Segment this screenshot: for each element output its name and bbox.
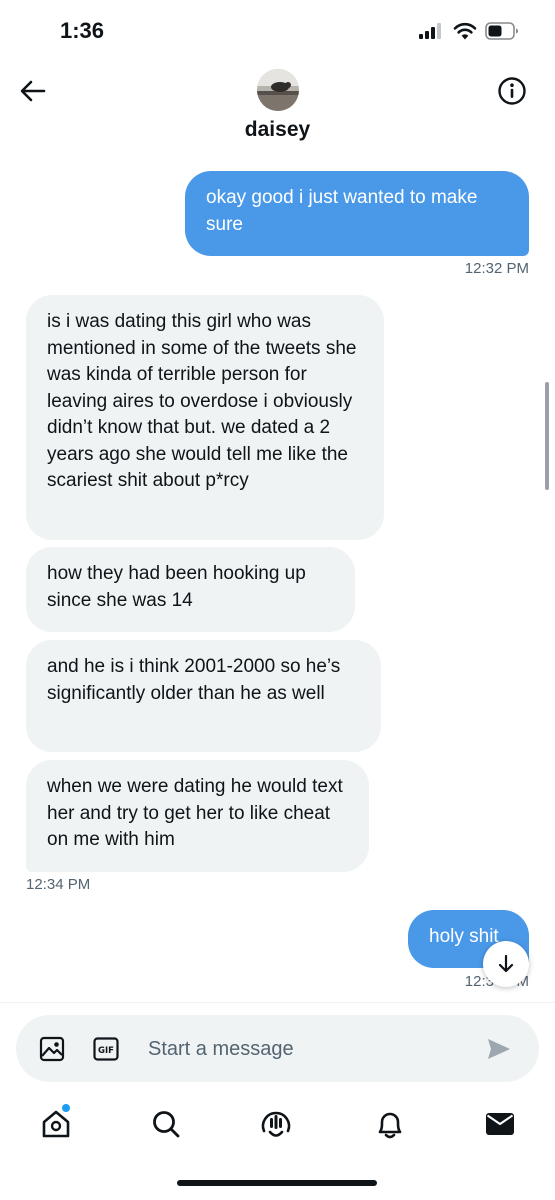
gif-icon: GIF xyxy=(93,1037,119,1061)
info-icon xyxy=(498,77,526,105)
messages-icon xyxy=(486,1113,514,1135)
back-arrow-icon xyxy=(20,80,46,102)
conversation-header: daisey xyxy=(0,60,555,156)
home-indicator[interactable] xyxy=(177,1180,377,1186)
image-icon xyxy=(39,1036,65,1062)
spaces-icon xyxy=(261,1111,291,1137)
message-timestamp: 12:32 PM xyxy=(464,260,529,277)
message-input[interactable] xyxy=(148,1035,448,1063)
scroll-to-bottom-button[interactable] xyxy=(483,941,529,987)
avatar[interactable] xyxy=(257,69,299,111)
add-gif-button[interactable]: GIF xyxy=(92,1036,120,1062)
wifi-icon xyxy=(453,22,477,40)
message-timestamp: 12:34 PM xyxy=(26,876,91,893)
message-composer: GIF xyxy=(16,1015,539,1082)
message-bubble-received[interactable]: is i was dating this girl who was mentio… xyxy=(26,295,384,540)
avatar-image xyxy=(257,69,299,111)
cellular-signal-icon xyxy=(419,23,441,39)
tab-messages[interactable] xyxy=(480,1104,520,1144)
back-button[interactable] xyxy=(16,74,50,108)
battery-icon xyxy=(485,22,518,40)
message-bubble-received[interactable]: how they had been hooking up since she w… xyxy=(26,547,355,632)
message-bubble-received[interactable]: and he is i think 2001-2000 so he’s sign… xyxy=(26,640,381,752)
composer-divider xyxy=(0,1002,555,1003)
arrow-down-icon xyxy=(498,954,514,973)
status-time: 1:36 xyxy=(60,18,105,43)
send-button[interactable] xyxy=(485,1035,513,1063)
send-icon xyxy=(488,1039,510,1059)
tab-home[interactable] xyxy=(36,1104,76,1144)
message-bubble-sent[interactable]: okay good i just wanted to make sure xyxy=(185,171,529,256)
tab-search[interactable] xyxy=(146,1104,186,1144)
scrollbar[interactable] xyxy=(545,382,549,490)
info-button[interactable] xyxy=(495,74,529,108)
status-icons xyxy=(419,22,519,40)
tab-spaces[interactable] xyxy=(256,1104,296,1144)
message-bubble-received[interactable]: when we were dating he would text her an… xyxy=(26,760,369,872)
svg-text:GIF: GIF xyxy=(98,1046,114,1056)
add-image-button[interactable] xyxy=(38,1035,66,1063)
home-icon xyxy=(42,1110,70,1138)
home-new-content-dot xyxy=(62,1104,70,1112)
notifications-icon xyxy=(378,1112,402,1139)
contact-name[interactable]: daisey xyxy=(0,118,555,142)
bottom-tab-bar xyxy=(0,1096,555,1156)
status-bar: 1:36 xyxy=(0,0,555,60)
tab-notifications[interactable] xyxy=(370,1104,410,1144)
search-icon xyxy=(153,1111,180,1138)
message-list[interactable]: okay good i just wanted to make sure 12:… xyxy=(0,156,555,1001)
